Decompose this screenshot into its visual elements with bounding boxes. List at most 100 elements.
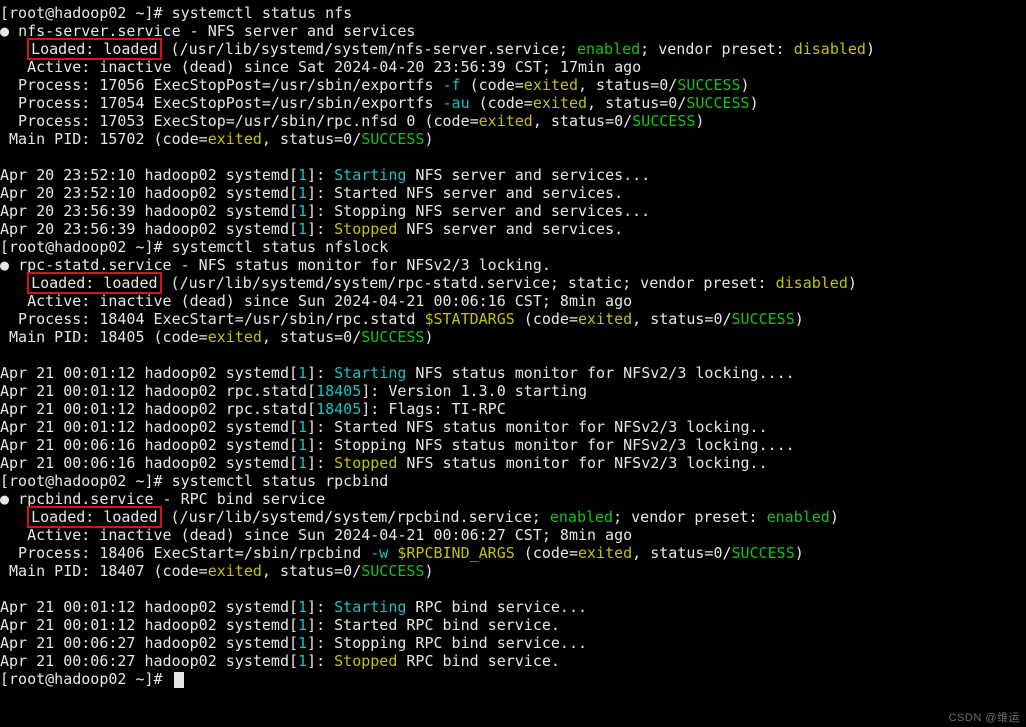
pid-num: 1 <box>298 202 307 220</box>
prompt[interactable]: [root@hadoop02 ~]# <box>0 472 172 490</box>
prompt[interactable]: [root@hadoop02 ~]# <box>0 670 172 688</box>
text: , status=0/ <box>262 562 361 580</box>
text: , status=0/ <box>262 130 361 148</box>
paren-close: ) <box>424 562 433 580</box>
enabled-text: enabled <box>550 508 613 526</box>
text: , status=0/ <box>578 76 677 94</box>
vendor-preset-label: ; vendor preset: <box>613 508 767 526</box>
disabled-text: disabled <box>776 274 848 292</box>
watermark: CSDN @维运 <box>949 712 1020 725</box>
text: ]: <box>307 598 334 616</box>
stopped: Stopped <box>334 454 397 472</box>
text: ]: Started NFS status monitor for NFSv2/… <box>307 418 768 436</box>
paren-close: ) <box>866 40 875 58</box>
paren-close: ) <box>741 76 750 94</box>
success: SUCCESS <box>732 544 795 562</box>
pid-num: 1 <box>298 184 307 202</box>
paren-close: ) <box>795 544 804 562</box>
exited: exited <box>208 328 262 346</box>
log-line: Apr 21 00:01:12 hadoop02 systemd[ <box>0 418 298 436</box>
pid-num: 1 <box>298 166 307 184</box>
main-pid: Main PID: 18407 (code= <box>0 562 208 580</box>
disabled-text: disabled <box>794 40 866 58</box>
stopped: Stopped <box>334 220 397 238</box>
status-dot: ● <box>0 490 18 508</box>
cursor[interactable] <box>174 672 184 688</box>
command: systemctl status nfslock <box>172 238 389 256</box>
text: , status=0/ <box>533 112 632 130</box>
pid-num: 1 <box>298 220 307 238</box>
terminal-output: [root@hadoop02 ~]# systemctl status nfs … <box>0 0 1026 708</box>
active-line: Active: inactive (dead) since Sat 2024-0… <box>0 58 641 76</box>
active-line: Active: inactive (dead) since Sun 2024-0… <box>0 526 632 544</box>
exited: exited <box>533 94 587 112</box>
command: systemctl status rpcbind <box>172 472 389 490</box>
text: ]: Flags: TI-RPC <box>361 400 506 418</box>
log-line: Apr 21 00:01:12 hadoop02 rpc.statd[ <box>0 400 316 418</box>
text: ]: <box>307 454 334 472</box>
main-pid: Main PID: 15702 (code= <box>0 130 208 148</box>
log-line: Apr 21 00:06:27 hadoop02 systemd[ <box>0 652 298 670</box>
text: ]: Stopping NFS status monitor for NFSv2… <box>307 436 795 454</box>
log-line: Apr 21 00:01:12 hadoop02 systemd[ <box>0 616 298 634</box>
loaded-highlight: Loaded: loaded <box>27 506 161 528</box>
pid-num: 1 <box>298 364 307 382</box>
text: ]: Stopping NFS server and services... <box>307 202 650 220</box>
text: ]: <box>307 166 334 184</box>
text: (code= <box>461 76 524 94</box>
log-line: Apr 20 23:52:10 hadoop02 systemd[ <box>0 166 298 184</box>
enabled-text: enabled <box>577 40 640 58</box>
process-line: Process: 18404 ExecStart=/usr/sbin/rpc.s… <box>0 310 424 328</box>
text: ]: Started NFS server and services. <box>307 184 623 202</box>
text: NFS server and services. <box>397 220 623 238</box>
starting: Starting <box>334 364 406 382</box>
exited: exited <box>578 310 632 328</box>
success: SUCCESS <box>361 130 424 148</box>
text: (code= <box>515 310 578 328</box>
status-dot: ● <box>0 256 18 274</box>
log-line: Apr 21 00:01:12 hadoop02 systemd[ <box>0 364 298 382</box>
success: SUCCESS <box>361 562 424 580</box>
prompt[interactable]: [root@hadoop02 ~]# <box>0 4 172 22</box>
pid-num: 1 <box>298 652 307 670</box>
success: SUCCESS <box>677 76 740 94</box>
paren-close: ) <box>795 310 804 328</box>
flag: -f <box>443 76 461 94</box>
loaded-path: (/usr/lib/systemd/system/nfs-server.serv… <box>162 40 577 58</box>
text: NFS server and services... <box>406 166 650 184</box>
text: ]: <box>307 652 334 670</box>
prompt[interactable]: [root@hadoop02 ~]# <box>0 238 172 256</box>
text: ]: <box>307 364 334 382</box>
text: , status=0/ <box>262 328 361 346</box>
env-var: $RPCBIND_ARGS <box>397 544 514 562</box>
text: ]: Version 1.3.0 starting <box>361 382 587 400</box>
text: ]: Started RPC bind service. <box>307 616 560 634</box>
loaded-highlight: Loaded: loaded <box>27 38 161 60</box>
text: ]: <box>307 220 334 238</box>
exited: exited <box>578 544 632 562</box>
log-line: Apr 21 00:01:12 hadoop02 rpc.statd[ <box>0 382 316 400</box>
flag: -w <box>370 544 388 562</box>
log-line: Apr 20 23:56:39 hadoop02 systemd[ <box>0 202 298 220</box>
success: SUCCESS <box>632 112 695 130</box>
log-line: Apr 21 00:06:16 hadoop02 systemd[ <box>0 454 298 472</box>
log-line: Apr 21 00:01:12 hadoop02 systemd[ <box>0 598 298 616</box>
pid-num: 1 <box>298 454 307 472</box>
vendor-preset-label: ; vendor preset: <box>640 40 794 58</box>
process-line: Process: 17054 ExecStopPost=/usr/sbin/ex… <box>0 94 443 112</box>
pid-num: 1 <box>298 634 307 652</box>
log-line: Apr 20 23:56:39 hadoop02 systemd[ <box>0 220 298 238</box>
stopped: Stopped <box>334 652 397 670</box>
loaded-highlight: Loaded: loaded <box>27 272 161 294</box>
command: systemctl status nfs <box>172 4 353 22</box>
loaded-path: (/usr/lib/systemd/system/rpc-statd.servi… <box>162 274 776 292</box>
text: RPC bind service... <box>406 598 587 616</box>
exited: exited <box>208 562 262 580</box>
pid-num: 1 <box>298 436 307 454</box>
text: , status=0/ <box>587 94 686 112</box>
pid-num: 1 <box>298 598 307 616</box>
text: NFS status monitor for NFSv2/3 locking.. <box>397 454 767 472</box>
exited: exited <box>479 112 533 130</box>
paren-close: ) <box>848 274 857 292</box>
enabled-text: enabled <box>767 508 830 526</box>
